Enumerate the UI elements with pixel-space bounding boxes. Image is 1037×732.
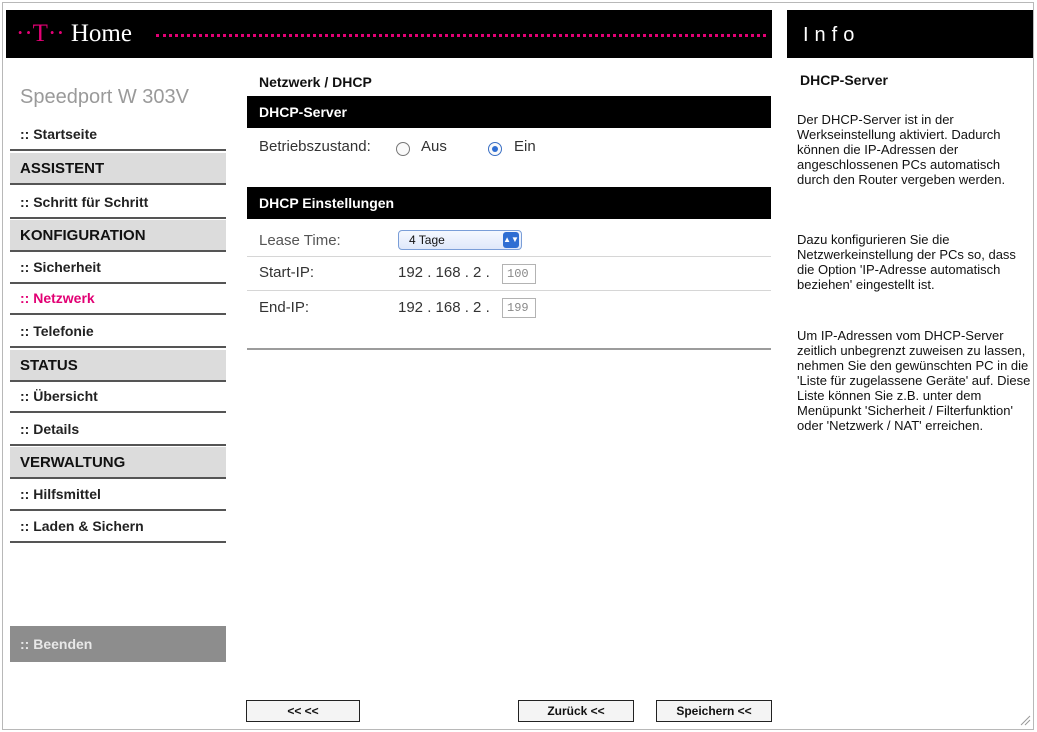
zurueck-button[interactable]: Zurück <<: [518, 700, 634, 722]
info-header: Info: [787, 10, 1033, 58]
device-name: Speedport W 303V: [20, 86, 189, 108]
end-ip-label: End-IP:: [259, 299, 310, 316]
start-ip-prefix: 192 . 168 . 2 .: [398, 264, 490, 281]
radio-aus[interactable]: [396, 142, 410, 156]
radio-ein[interactable]: [488, 142, 502, 156]
lease-time-select[interactable]: 4 Tage ▲▼: [398, 230, 522, 250]
nav-laden-sichern[interactable]: :: Laden & Sichern: [10, 511, 226, 543]
section-verwaltung: VERWALTUNG: [10, 447, 226, 479]
section-assistent: ASSISTENT: [10, 153, 226, 185]
end-ip-input[interactable]: 199: [502, 298, 536, 318]
state-label: Betriebszustand:: [259, 138, 371, 155]
resize-grip-icon[interactable]: [1019, 714, 1031, 726]
row-divider: [247, 290, 771, 291]
info-title: DHCP-Server: [800, 72, 888, 88]
radio-aus-label: Aus: [421, 138, 447, 155]
select-arrow-icon: ▲▼: [503, 232, 519, 248]
brand-logo: ··T·· Home: [16, 20, 132, 47]
nav-beenden[interactable]: :: Beenden: [10, 626, 226, 662]
info-paragraph-2: Dazu konfigurieren Sie die Netzwerkeinst…: [797, 232, 1016, 292]
row-divider: [247, 256, 771, 257]
nav-uebersicht[interactable]: :: Übersicht: [10, 381, 226, 413]
start-ip-label: Start-IP:: [259, 264, 315, 281]
speichern-button[interactable]: Speichern <<: [656, 700, 772, 722]
start-ip-input[interactable]: 100: [502, 264, 536, 284]
section-dhcp-settings: DHCP Einstellungen: [247, 187, 771, 219]
info-paragraph-1: Der DHCP-Server ist in der Werkseinstell…: [797, 112, 1006, 187]
header-bar: ··T·· Home: [6, 10, 772, 58]
nav-telefonie[interactable]: :: Telefonie: [10, 316, 226, 348]
section-divider: [247, 348, 771, 350]
back-button[interactable]: << <<: [246, 700, 360, 722]
nav-netzwerk[interactable]: :: Netzwerk: [10, 283, 226, 315]
end-ip-prefix: 192 . 168 . 2 .: [398, 299, 490, 316]
nav-schritt-fuer-schritt[interactable]: :: Schritt für Schritt: [10, 187, 226, 219]
section-konfiguration: KONFIGURATION: [10, 220, 226, 252]
nav-startseite[interactable]: :: Startseite: [10, 119, 226, 151]
dotted-line: [156, 34, 766, 37]
nav-details[interactable]: :: Details: [10, 414, 226, 446]
nav-hilfsmittel[interactable]: :: Hilfsmittel: [10, 479, 226, 511]
info-paragraph-3: Um IP-Adressen vom DHCP-Server zeitlich …: [797, 328, 1031, 433]
nav-sicherheit[interactable]: :: Sicherheit: [10, 252, 226, 284]
radio-ein-label: Ein: [514, 138, 536, 155]
breadcrumb: Netzwerk / DHCP: [259, 74, 372, 90]
section-dhcp-server: DHCP-Server: [247, 96, 771, 128]
section-status: STATUS: [10, 350, 226, 382]
lease-time-label: Lease Time:: [259, 232, 341, 249]
